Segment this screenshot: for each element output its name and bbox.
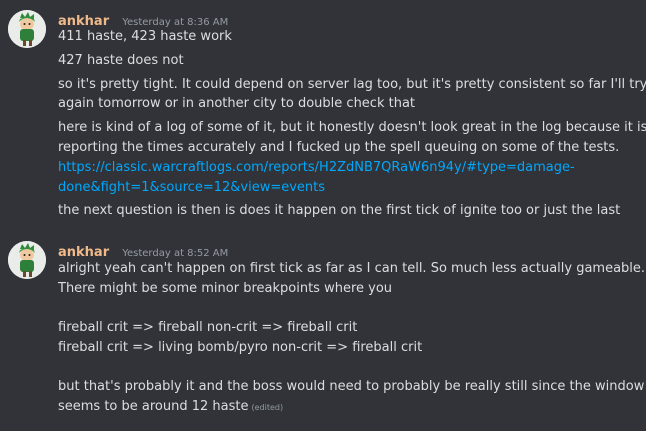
message-text: so it's pretty tight. It could depend on… xyxy=(58,77,646,92)
username[interactable]: ankhar xyxy=(58,245,109,260)
cartoon-character-avatar-icon xyxy=(8,241,46,279)
message-header: ankhar Yesterday at 8:52 AM xyxy=(58,241,228,260)
message-text: the next question is then is does it hap… xyxy=(58,203,621,218)
message-text: again tomorrow or in another city to dou… xyxy=(58,96,416,111)
warcraftlogs-link[interactable]: https://classic.warcraftlogs.com/reports… xyxy=(58,160,575,175)
message-text: 411 haste, 423 haste work xyxy=(58,29,232,44)
avatar[interactable] xyxy=(8,241,46,279)
message-link: done&fight=1&source=12&view=events xyxy=(58,178,638,199)
message-text: here is kind of a log of some of it, but… xyxy=(58,120,646,135)
timestamp[interactable]: Yesterday at 8:52 AM xyxy=(122,248,228,259)
message-text: but that's probably it and the boss woul… xyxy=(58,379,645,394)
message-text: There might be some minor breakpoints wh… xyxy=(58,281,393,296)
chat-messages: ankhar Yesterday at 8:36 AM 411 haste, 4… xyxy=(0,0,646,431)
warcraftlogs-link-continued[interactable]: done&fight=1&source=12&view=events xyxy=(58,180,325,195)
message-text: 427 haste does not xyxy=(58,53,184,68)
edited-label: (edited) xyxy=(251,403,284,412)
message-text: reporting the times accurately and I fuc… xyxy=(58,140,620,155)
message-link: https://classic.warcraftlogs.com/reports… xyxy=(58,158,638,179)
message-text: alright yeah can't happen on first tick … xyxy=(58,261,646,276)
message-header: ankhar Yesterday at 8:36 AM xyxy=(58,10,228,29)
message-text: fireball crit => living bomb/pyro non-cr… xyxy=(58,340,423,355)
cartoon-character-avatar-icon xyxy=(8,10,46,48)
message-text-fragment: seems to be around 12 haste xyxy=(58,399,249,414)
message-text: seems to be around 12 haste (edited) xyxy=(58,397,638,419)
message-text: fireball crit => fireball non-crit => fi… xyxy=(58,320,358,335)
avatar[interactable] xyxy=(8,10,46,48)
